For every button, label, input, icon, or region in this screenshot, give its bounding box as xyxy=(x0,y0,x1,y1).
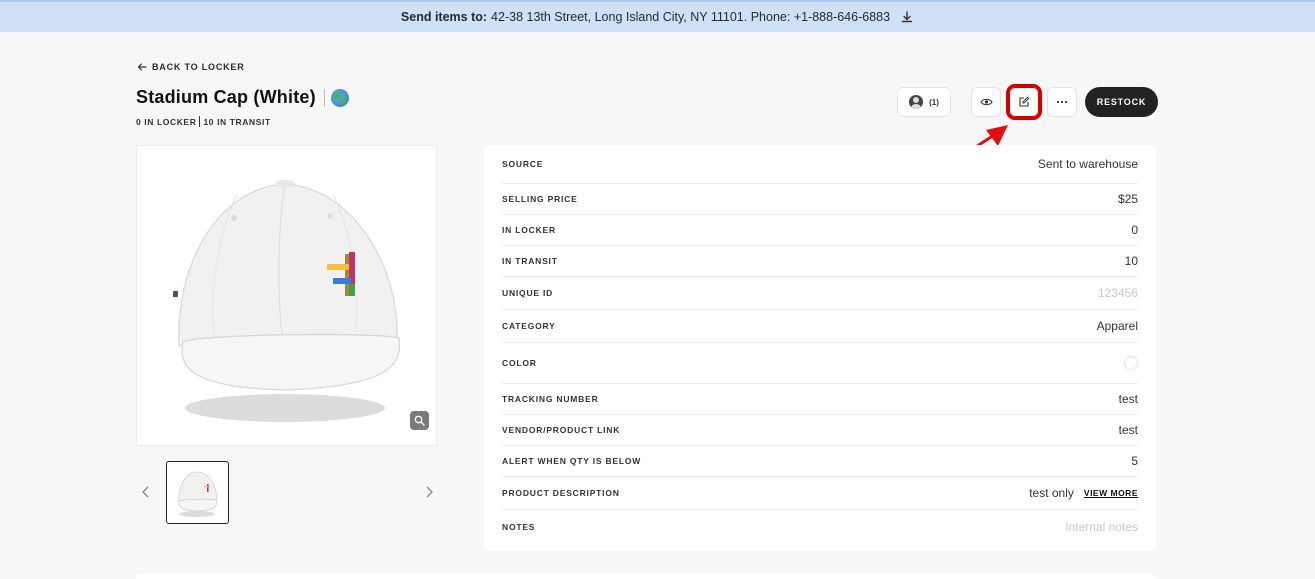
arrow-left-icon xyxy=(137,63,147,71)
edit-button[interactable] xyxy=(1006,84,1042,120)
zoom-button[interactable] xyxy=(410,411,429,430)
detail-value: Internal notes xyxy=(1065,519,1138,534)
more-options-button[interactable] xyxy=(1047,87,1077,117)
user-count: (1) xyxy=(929,97,939,107)
detail-row-category: CATEGORY Apparel xyxy=(502,310,1138,343)
thumbnail-image[interactable] xyxy=(166,461,229,524)
detail-value: Apparel xyxy=(1096,319,1138,333)
detail-value: test xyxy=(1118,423,1138,437)
banner-label: Send items to: xyxy=(400,10,488,24)
in-locker-count: 0 IN LOCKER xyxy=(136,116,197,127)
detail-row-unique-id: UNIQUE ID 123456 xyxy=(502,277,1138,310)
detail-value: 123456 xyxy=(1097,286,1138,300)
restock-button[interactable]: RESTOCK xyxy=(1085,87,1158,117)
preview-button[interactable] xyxy=(971,87,1001,117)
thumbnail-carousel xyxy=(136,461,437,524)
description-text: test only xyxy=(1029,486,1074,500)
product-title-row: Stadium Cap (White) xyxy=(136,87,349,108)
product-image xyxy=(173,180,401,422)
detail-label: IN LOCKER xyxy=(502,225,556,235)
back-label: BACK TO LOCKER xyxy=(152,62,245,72)
download-icon[interactable] xyxy=(900,10,914,24)
detail-label: SELLING PRICE xyxy=(502,194,578,204)
chevron-left-icon[interactable] xyxy=(140,485,152,499)
more-horizontal-icon xyxy=(1056,100,1068,104)
detail-value: 10 xyxy=(1124,254,1138,268)
detail-label: UNIQUE ID xyxy=(502,288,554,298)
detail-row-selling-price: SELLING PRICE $25 xyxy=(502,184,1138,215)
color-swatch xyxy=(1124,356,1138,370)
next-section-card xyxy=(136,574,1156,579)
detail-value: 0 xyxy=(1131,223,1138,237)
count-divider xyxy=(199,116,201,127)
detail-label: NOTES xyxy=(502,521,536,532)
detail-label: SOURCE xyxy=(502,159,544,169)
detail-label: ALERT WHEN QTY IS BELOW xyxy=(502,456,642,466)
detail-label: VENDOR/PRODUCT LINK xyxy=(502,425,621,435)
assigned-users-button[interactable]: (1) xyxy=(897,87,951,117)
detail-row-color: COLOR xyxy=(502,343,1138,384)
detail-label: IN TRANSIT xyxy=(502,256,558,266)
edit-icon xyxy=(1019,96,1030,107)
product-title: Stadium Cap (White) xyxy=(136,87,316,107)
back-to-locker-link[interactable]: BACK TO LOCKER xyxy=(137,62,245,72)
detail-row-vendor-link: VENDOR/PRODUCT LINK test xyxy=(502,415,1138,446)
chevron-right-icon[interactable] xyxy=(423,485,435,499)
thumbnail-cap-image xyxy=(178,471,218,517)
detail-label: TRACKING NUMBER xyxy=(502,394,599,404)
product-image-card xyxy=(136,145,437,446)
detail-row-description: PRODUCT DESCRIPTION test only VIEW MORE xyxy=(502,477,1138,510)
detail-row-source: SOURCE Sent to warehouse xyxy=(502,145,1138,184)
banner-address: 42-38 13th Street, Long Island City, NY … xyxy=(491,10,891,24)
detail-row-notes: NOTES Internal notes xyxy=(502,510,1138,543)
globe-icon xyxy=(330,88,349,107)
detail-value: 5 xyxy=(1131,454,1138,468)
detail-row-in-transit: IN TRANSIT 10 xyxy=(502,246,1138,277)
detail-label: PRODUCT DESCRIPTION xyxy=(502,488,620,498)
detail-value: test xyxy=(1118,392,1138,406)
magnifier-icon xyxy=(414,415,425,426)
in-transit-count: 10 IN TRANSIT xyxy=(203,116,271,127)
detail-label: COLOR xyxy=(502,358,537,368)
detail-row-alert-qty: ALERT WHEN QTY IS BELOW 5 xyxy=(502,446,1138,477)
title-divider xyxy=(323,88,325,107)
product-actions: (1) RESTOCK xyxy=(897,84,1158,120)
eye-icon xyxy=(979,98,993,106)
detail-value: test only VIEW MORE xyxy=(1029,486,1138,500)
product-details-panel: SOURCE Sent to warehouse SELLING PRICE $… xyxy=(484,145,1156,551)
detail-value: $25 xyxy=(1117,192,1138,206)
view-more-link[interactable]: VIEW MORE xyxy=(1084,488,1138,498)
user-icon xyxy=(909,95,924,109)
shipping-banner: Send items to: 42-38 13th Street, Long I… xyxy=(0,0,1315,32)
detail-label: CATEGORY xyxy=(502,321,556,331)
detail-value xyxy=(1124,356,1138,370)
detail-row-tracking-number: TRACKING NUMBER test xyxy=(502,384,1138,415)
stock-counts: 0 IN LOCKER 10 IN TRANSIT xyxy=(136,116,271,127)
detail-row-in-locker: IN LOCKER 0 xyxy=(502,215,1138,246)
detail-value: Sent to warehouse xyxy=(1037,157,1138,171)
